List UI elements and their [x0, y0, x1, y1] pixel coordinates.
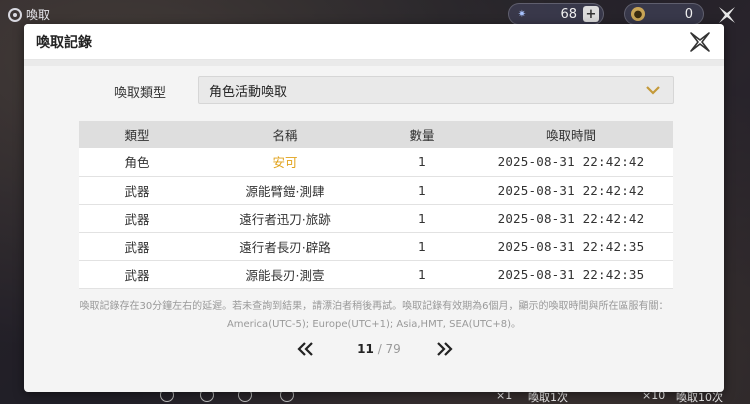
- pagination: 11 / 79: [24, 338, 724, 362]
- table-row: 武器 源能臂鎧·測肆 1 2025-08-31 22:42:42: [79, 176, 673, 205]
- history-note-line2: America(UTC-5); Europe(UTC+1); Asia,HMT,…: [226, 319, 522, 330]
- cell-quantity: 1: [375, 232, 469, 261]
- pull-history-dialog: 喚取記錄 喚取類型 角色活動喚取 類型 名稱 數量 喚取時間 角色 安可 1 2…: [24, 24, 724, 392]
- cell-time: 2025-08-31 22:42:35: [469, 260, 673, 289]
- records-table: 類型 名稱 數量 喚取時間 角色 安可 1 2025-08-31 22:42:4…: [79, 121, 673, 289]
- cell-quantity: 1: [375, 148, 469, 177]
- double-chevron-right-icon: [437, 342, 453, 356]
- header-divider: [24, 60, 724, 66]
- coin-icon: ●: [631, 7, 645, 21]
- currency-star-shard: ✷ 68 +: [508, 3, 604, 25]
- screen-title: 喚取: [8, 6, 50, 23]
- gear-icon: [8, 7, 22, 22]
- pull-type-select-value: 角色活動喚取: [209, 84, 288, 100]
- previous-page-button[interactable]: [296, 340, 316, 358]
- dialog-close-button[interactable]: [688, 30, 712, 54]
- cell-time: 2025-08-31 22:42:42: [469, 204, 673, 233]
- table-header-row: 類型 名稱 數量 喚取時間: [79, 121, 673, 148]
- close-icon: [690, 32, 710, 52]
- column-header-time: 喚取時間: [469, 121, 673, 148]
- cell-time: 2025-08-31 22:42:35: [469, 232, 673, 261]
- history-note: 喚取記錄存在30分鐘左右的延遲。若未查詢到結果，請漂泊者稍後再試。喚取記錄有效期…: [64, 298, 684, 334]
- column-header-name: 名稱: [195, 121, 375, 148]
- cell-name: 源能長刃·測壹: [195, 260, 375, 289]
- cell-type: 武器: [79, 204, 195, 233]
- dialog-header: 喚取記錄: [24, 24, 724, 60]
- page-indicator: 11 / 79: [344, 342, 414, 356]
- total-pages: / 79: [377, 342, 401, 356]
- cell-time: 2025-08-31 22:42:42: [469, 176, 673, 205]
- cell-name: 安可: [195, 148, 375, 177]
- current-page: 11: [357, 342, 374, 356]
- pull-type-select[interactable]: 角色活動喚取: [198, 76, 674, 104]
- chevron-down-icon: [646, 86, 660, 95]
- column-header-type: 類型: [79, 121, 195, 148]
- double-chevron-left-icon: [297, 342, 313, 356]
- filter-label: 喚取類型: [114, 86, 167, 101]
- screen-title-label: 喚取: [26, 8, 51, 22]
- cell-name: 遠行者長刃·辟路: [195, 232, 375, 261]
- currency-coin: ● 0: [624, 3, 704, 25]
- column-header-quantity: 數量: [375, 121, 469, 148]
- cell-quantity: 1: [375, 260, 469, 289]
- table-row: 武器 遠行者迅刀·旅跡 1 2025-08-31 22:42:42: [79, 204, 673, 233]
- add-currency-button[interactable]: +: [583, 6, 599, 22]
- cell-type: 武器: [79, 232, 195, 261]
- table-row: 武器 源能長刃·測壹 1 2025-08-31 22:42:35: [79, 260, 673, 289]
- table-row: 角色 安可 1 2025-08-31 22:42:42: [79, 148, 673, 177]
- currency-star-shard-value: 68: [560, 6, 577, 22]
- cell-type: 武器: [79, 260, 195, 289]
- cell-name: 遠行者迅刀·旅跡: [195, 204, 375, 233]
- cell-time: 2025-08-31 22:42:42: [469, 148, 673, 177]
- cell-quantity: 1: [375, 176, 469, 205]
- cell-name: 源能臂鎧·測肆: [195, 176, 375, 205]
- star-shard-icon: ✷: [517, 8, 527, 20]
- currency-coin-value: 0: [684, 6, 693, 22]
- close-screen-button[interactable]: [716, 4, 738, 26]
- close-icon: [719, 7, 735, 23]
- history-note-line1: 喚取記錄存在30分鐘左右的延遲。若未查詢到結果，請漂泊者稍後再試。喚取記錄有效期…: [79, 301, 669, 312]
- cell-type: 武器: [79, 176, 195, 205]
- table-row: 武器 遠行者長刃·辟路 1 2025-08-31 22:42:35: [79, 232, 673, 261]
- cell-type: 角色: [79, 148, 195, 177]
- cell-quantity: 1: [375, 204, 469, 233]
- dialog-title: 喚取記錄: [36, 35, 92, 51]
- next-page-button[interactable]: [434, 340, 454, 358]
